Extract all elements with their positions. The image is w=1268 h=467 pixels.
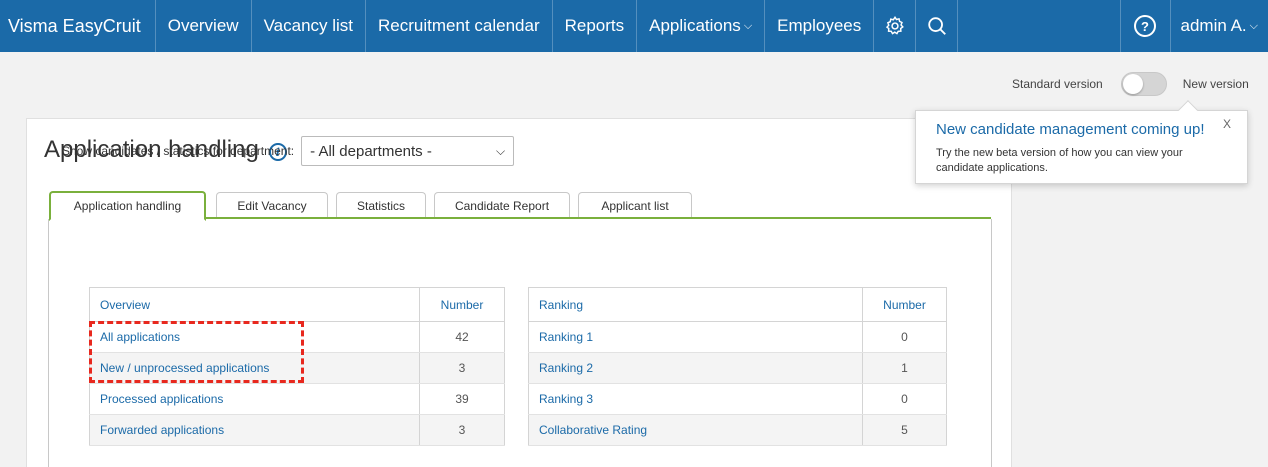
popover-body: Try the new beta version of how you can … xyxy=(936,147,1183,174)
column-header: Number xyxy=(419,287,505,322)
nav-applications-label: Applications xyxy=(649,16,741,35)
table-row: Processed applications 39 xyxy=(89,383,505,415)
chevron-down-icon: ⌵ xyxy=(496,143,506,158)
row-count: 39 xyxy=(419,383,505,415)
nav-employees[interactable]: Employees xyxy=(765,0,875,52)
row-count: 5 xyxy=(862,414,947,446)
table-header-row: Ranking Number xyxy=(528,287,947,322)
table-row: Forwarded applications 3 xyxy=(89,414,505,446)
top-navbar: Visma EasyCruit Overview Vacancy list Re… xyxy=(0,0,1268,52)
nav-vacancy-list[interactable]: Vacancy list xyxy=(252,0,367,52)
table-row: Ranking 1 0 xyxy=(528,321,947,353)
settings-button[interactable] xyxy=(874,0,917,52)
table-row: Ranking 2 1 xyxy=(528,352,947,384)
table-row: New / unprocessed applications 3 xyxy=(89,352,505,384)
column-header: Overview xyxy=(89,287,420,322)
row-count: 0 xyxy=(862,383,947,415)
row-count: 3 xyxy=(419,352,505,384)
new-unprocessed-applications-link[interactable]: New / unprocessed applications xyxy=(89,352,420,384)
all-applications-link[interactable]: All applications xyxy=(89,321,420,353)
ranking-table: Ranking Number Ranking 1 0 Ranking 2 1 R… xyxy=(528,287,947,446)
nav-reports[interactable]: Reports xyxy=(553,0,638,52)
tab-statistics[interactable]: Statistics xyxy=(336,192,426,219)
tab-application-handling[interactable]: Application handling xyxy=(49,191,206,221)
chevron-down-icon: ⌵ xyxy=(743,19,753,32)
user-menu[interactable]: admin A. ⌵ xyxy=(1171,0,1268,52)
popover-close-button[interactable]: X xyxy=(1223,117,1231,131)
gear-icon xyxy=(885,15,904,35)
row-count: 0 xyxy=(862,321,947,353)
nav-applications[interactable]: Applications ⌵ xyxy=(637,0,766,52)
navbar-spacer xyxy=(958,0,1121,52)
column-header: Ranking xyxy=(528,287,863,322)
processed-applications-link[interactable]: Processed applications xyxy=(89,383,420,415)
table-row: Ranking 3 0 xyxy=(528,383,947,415)
nav-overview[interactable]: Overview xyxy=(156,0,252,52)
tab-applicant-list[interactable]: Applicant list xyxy=(578,192,692,219)
version-switch[interactable] xyxy=(1120,72,1167,96)
tab-candidate-report[interactable]: Candidate Report xyxy=(434,192,570,219)
row-count: 1 xyxy=(862,352,947,384)
overview-table: Overview Number All applications 42 New … xyxy=(89,287,505,446)
department-filter: Show candidates / statistics for departm… xyxy=(62,136,515,166)
help-icon: ? xyxy=(1134,15,1156,37)
row-count: 3 xyxy=(419,414,505,446)
department-selected: - All departments - xyxy=(310,142,432,160)
department-label: Show candidates / statistics for departm… xyxy=(62,144,295,158)
user-name: admin A. xyxy=(1180,16,1247,35)
table-row: All applications 42 xyxy=(89,321,505,353)
ranking-2-link[interactable]: Ranking 2 xyxy=(528,352,863,384)
version-toggle: Standard version New version xyxy=(1012,72,1249,96)
column-header: Number xyxy=(862,287,947,322)
nav-recruitment-calendar[interactable]: Recruitment calendar xyxy=(366,0,553,52)
new-version-label: New version xyxy=(1182,77,1249,91)
search-button[interactable] xyxy=(916,0,959,52)
collaborative-rating-link[interactable]: Collaborative Rating xyxy=(528,414,863,446)
tab-edit-vacancy[interactable]: Edit Vacancy xyxy=(216,192,328,219)
popover-arrow xyxy=(1178,100,1198,120)
help-button[interactable]: ? xyxy=(1121,0,1171,52)
search-icon xyxy=(928,17,946,35)
new-version-popover: X New candidate management coming up! Tr… xyxy=(915,100,1248,184)
tab-bar: Application handling Edit Vacancy Statis… xyxy=(49,189,991,221)
forwarded-applications-link[interactable]: Forwarded applications xyxy=(89,414,420,446)
table-header-row: Overview Number xyxy=(89,287,505,322)
ranking-3-link[interactable]: Ranking 3 xyxy=(528,383,863,415)
switch-knob xyxy=(1122,74,1143,94)
row-count: 42 xyxy=(419,321,505,353)
table-row: Collaborative Rating 5 xyxy=(528,414,947,446)
brand-logo[interactable]: Visma EasyCruit xyxy=(0,0,156,52)
standard-version-label: Standard version xyxy=(1012,77,1103,91)
popover-title: New candidate management coming up! xyxy=(936,121,1205,138)
chevron-down-icon: ⌵ xyxy=(1249,19,1258,32)
department-select[interactable]: - All departments - ⌵ xyxy=(301,136,515,166)
ranking-1-link[interactable]: Ranking 1 xyxy=(528,321,863,353)
